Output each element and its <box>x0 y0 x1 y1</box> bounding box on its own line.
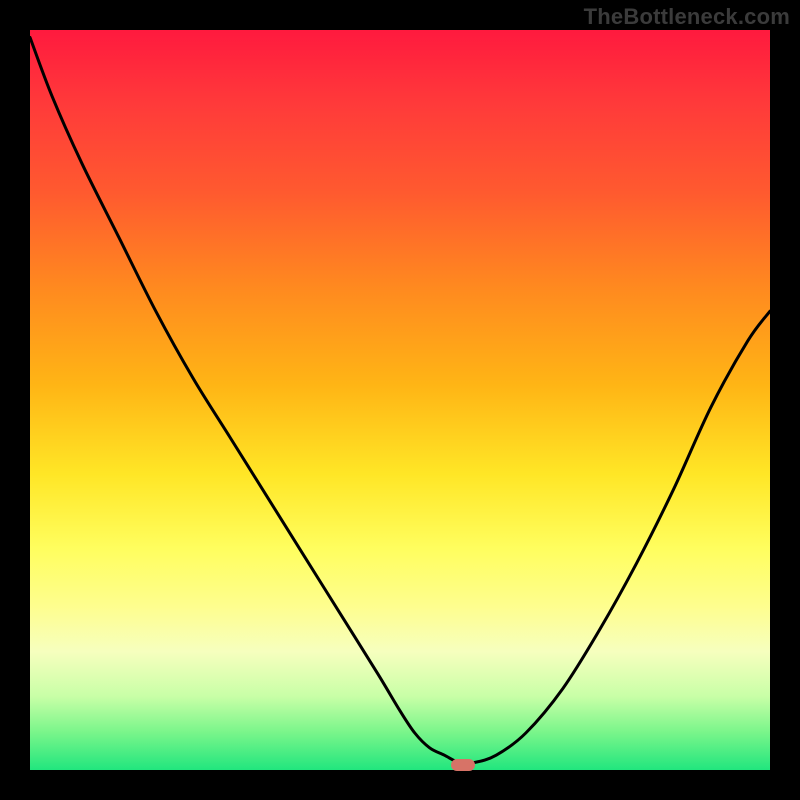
plot-gradient-background <box>30 30 770 770</box>
plot-frame <box>30 30 770 770</box>
chart-container: TheBottleneck.com <box>0 0 800 800</box>
watermark-text: TheBottleneck.com <box>584 4 790 30</box>
